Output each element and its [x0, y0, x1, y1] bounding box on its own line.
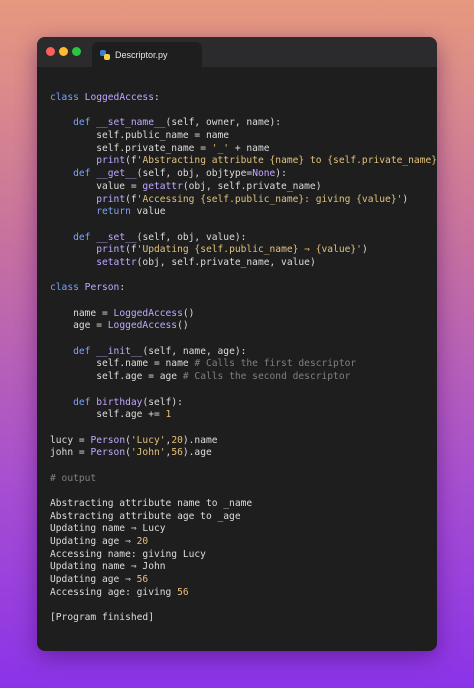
- code-line: ​: [50, 422, 437, 435]
- code-line: # output: [50, 472, 97, 484]
- code-line: self.name = name # Calls the first descr…: [96, 358, 357, 370]
- code-line: ​: [50, 219, 437, 232]
- code-line: value = getattr(obj, self.private_name): [50, 180, 322, 192]
- code-editor[interactable]: class LoggedAccess: ​ def __set_name__(se…: [50, 92, 437, 625]
- maximize-window-button[interactable]: [72, 47, 81, 56]
- code-line: self.private_name = '_' + name: [96, 142, 270, 154]
- code-line: class LoggedAccess:: [50, 92, 160, 103]
- minimize-window-button[interactable]: [59, 47, 68, 56]
- code-line: self.public_name = name: [96, 130, 230, 142]
- code-line: ​: [50, 105, 437, 118]
- code-line: self.age += 1: [96, 409, 172, 421]
- code-line: return value: [96, 206, 166, 218]
- code-line: ​: [50, 270, 437, 283]
- code-line: Accessing name: giving Lucy: [50, 548, 206, 560]
- code-line: class Person:: [50, 282, 126, 294]
- code-line: ​: [50, 333, 437, 346]
- code-line: Updating name ⇒ Lucy: [50, 523, 166, 535]
- code-line: ​: [50, 485, 437, 498]
- code-line: ​: [50, 384, 437, 397]
- file-tab[interactable]: Descriptor.py: [92, 42, 202, 67]
- code-line: [Program finished]: [50, 612, 154, 624]
- code-line: def __get__(self, obj, objtype=None):: [73, 168, 287, 180]
- code-line: def __init__(self, name, age):: [73, 345, 247, 357]
- code-line: lucy = Person('Lucy',20).name: [50, 434, 218, 446]
- title-bar: Descriptor.py: [37, 37, 437, 67]
- code-line: Updating name ⇒ John: [50, 561, 166, 573]
- python-icon: [100, 49, 110, 60]
- code-line: setattr(obj, self.private_name, value): [96, 256, 316, 268]
- code-line: def birthday(self):: [73, 396, 183, 408]
- tab-title: Descriptor.py: [115, 49, 168, 60]
- code-line: Abstracting attribute name to _name: [50, 498, 253, 509]
- code-line: print(f'Abstracting attribute {name} to …: [96, 155, 437, 167]
- code-line: def __set_name__(self, owner, name):: [73, 117, 282, 129]
- code-line: Updating age ⇒ 56: [50, 574, 149, 586]
- code-line: Abstracting attribute age to _age: [50, 510, 241, 522]
- editor-window: Descriptor.py class LoggedAccess: ​ def _…: [37, 37, 437, 651]
- close-window-button[interactable]: [46, 47, 55, 56]
- code-line: print(f'Updating {self.public_name} ⇒ {v…: [96, 244, 368, 256]
- code-line: ​: [50, 295, 437, 308]
- code-line: john = Person('John',56).age: [50, 447, 212, 459]
- code-line: Accessing age: giving 56: [50, 586, 189, 598]
- code-line: ​: [50, 600, 437, 613]
- code-line: name = LoggedAccess(): [50, 307, 195, 319]
- code-line: print(f'Accessing {self.public_name}: gi…: [96, 193, 409, 205]
- code-line: Updating age ⇒ 20: [50, 536, 149, 548]
- code-line: def __set__(self, obj, value):: [73, 231, 247, 243]
- code-line: self.age = age # Calls the second descri…: [96, 371, 351, 383]
- code-line: ​: [50, 460, 437, 473]
- code-line: age = LoggedAccess(): [50, 320, 189, 332]
